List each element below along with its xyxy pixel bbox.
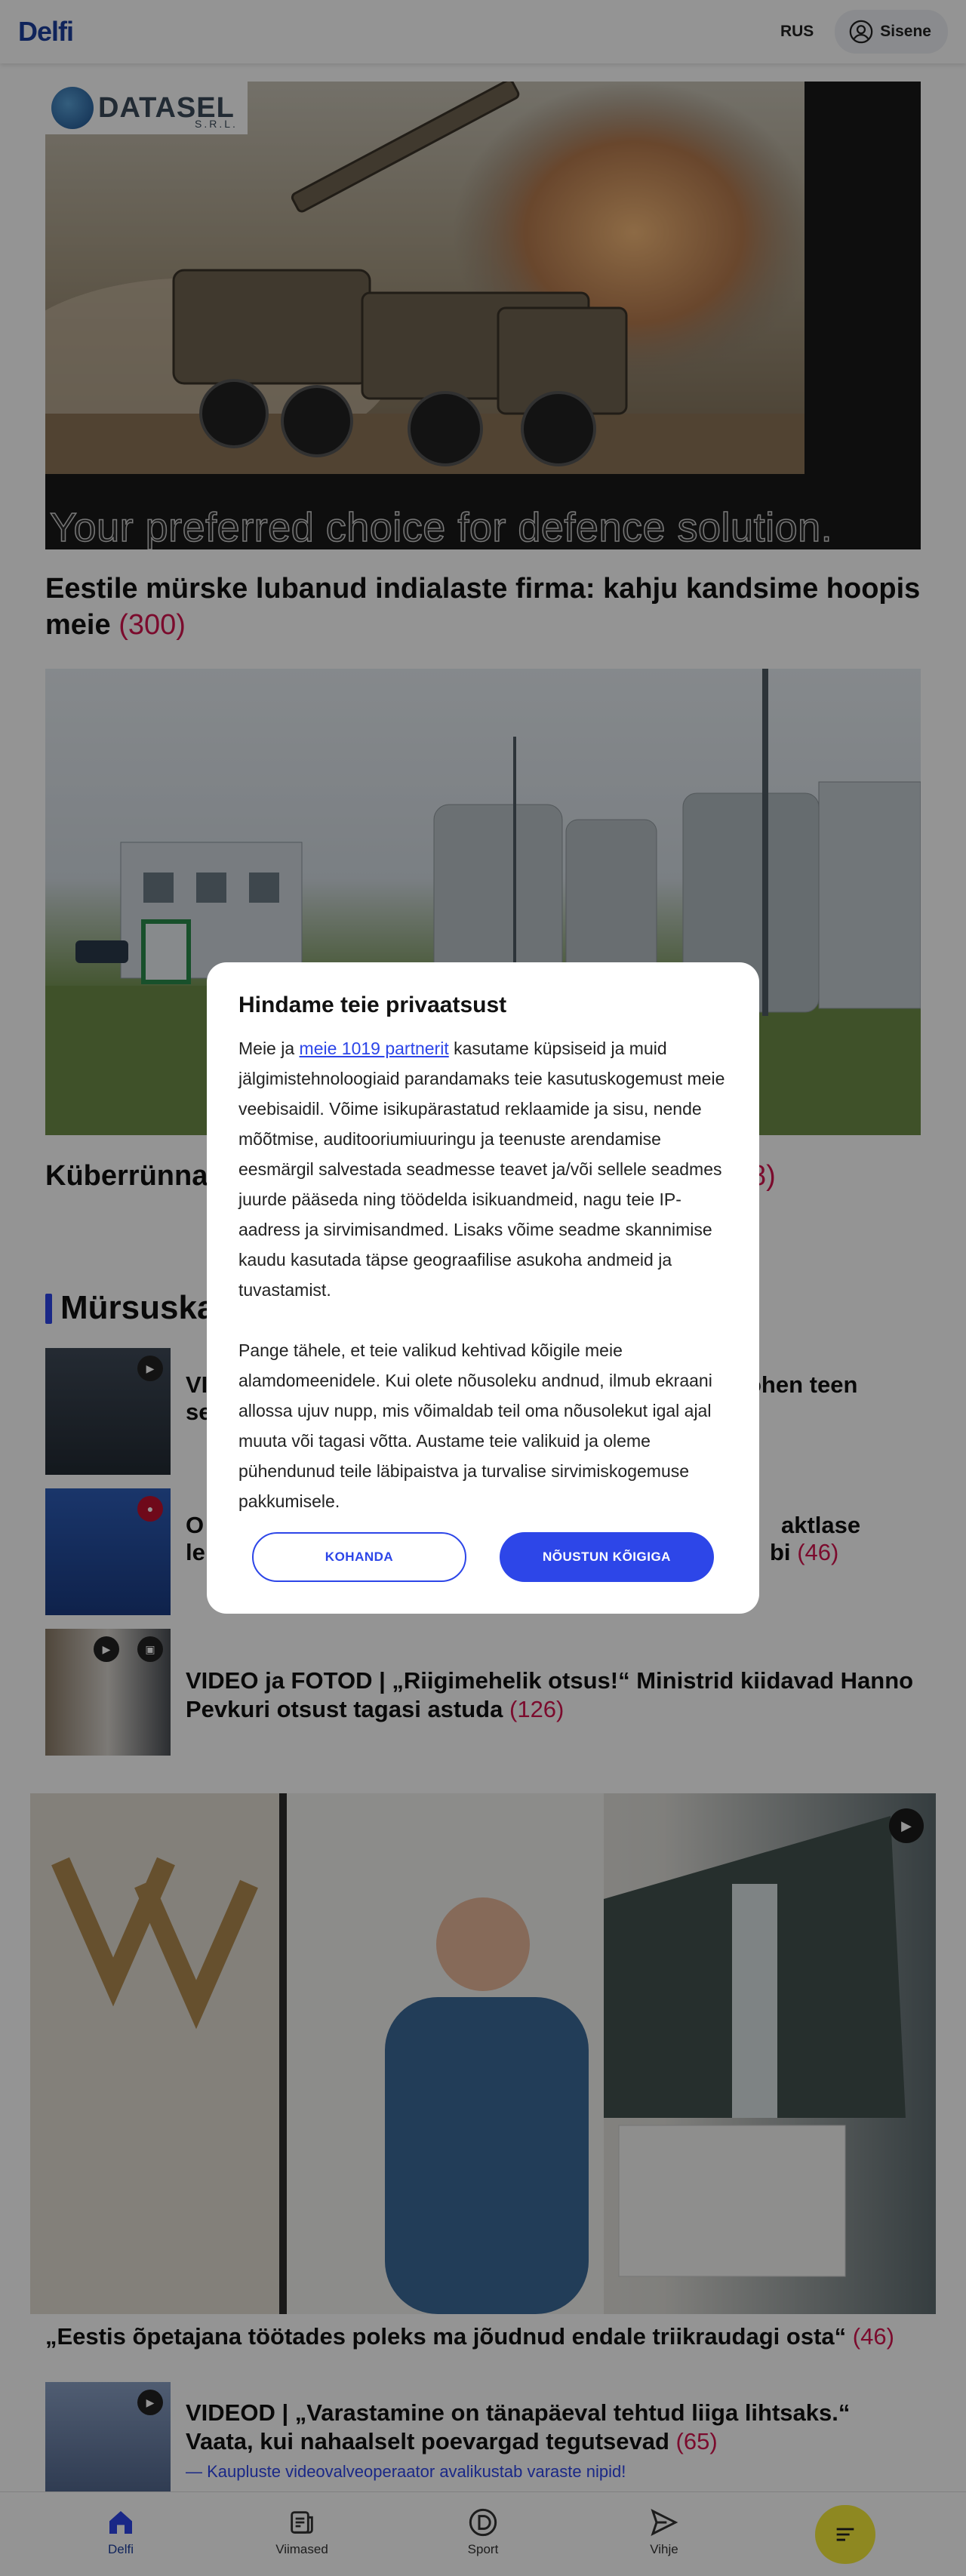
customize-button[interactable]: KOHANDA: [252, 1532, 466, 1582]
accept-all-button[interactable]: NÕUSTUN KÕIGIGA: [500, 1532, 714, 1582]
dialog-paragraph: Pange tähele, et teie valikud kehtivad k…: [238, 1340, 712, 1511]
dialog-paragraph: Meie ja meie 1019 partnerit kasutame küp…: [238, 1039, 725, 1300]
partners-link[interactable]: meie 1019 partnerit: [300, 1039, 449, 1058]
dialog-title: Hindame teie privaatsust: [238, 993, 507, 1017]
privacy-consent-dialog: Hindame teie privaatsust Meie ja meie 10…: [207, 962, 759, 1614]
dialog-buttons: KOHANDA NÕUSTUN KÕIGIGA: [252, 1532, 714, 1582]
